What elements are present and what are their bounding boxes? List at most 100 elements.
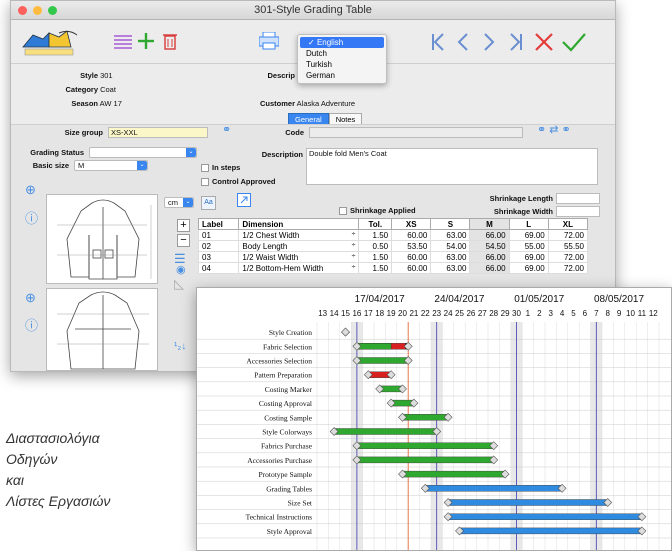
table-row[interactable]: 03 1/2 Waist Width ÷ 1.50 60.00 63.00 66.00 69.… <box>197 251 589 263</box>
col-s[interactable]: S <box>430 218 471 230</box>
table-cell[interactable]: 1/2 Chest Width ÷ <box>238 229 360 241</box>
season-label: Season <box>71 99 98 108</box>
basic-size-label: Basic size <box>32 161 69 170</box>
table-cell[interactable]: 01 <box>197 229 240 241</box>
table-cell[interactable]: 1/2 Waist Width ÷ <box>238 251 360 263</box>
shrinkage-length-field[interactable] <box>556 193 600 204</box>
code-field[interactable] <box>309 127 523 138</box>
table-cell[interactable]: 66.00 <box>469 229 510 241</box>
col-dimension[interactable]: Dimension <box>238 218 360 230</box>
day-label: 17 <box>364 309 373 318</box>
table-header-row: Label Dimension Tol. XS S M L XL <box>197 218 589 230</box>
table-cell[interactable]: 63.00 <box>430 229 471 241</box>
link-icons-group[interactable]: ⚭ ⇄ ⚭ <box>537 123 571 136</box>
day-label: 15 <box>341 309 350 318</box>
table-cell[interactable]: 69.00 <box>508 262 549 274</box>
caption-line-1: Διαστασιολόγια <box>6 430 100 446</box>
task-bar <box>356 456 494 464</box>
table-row[interactable]: 01 1/2 Chest Width ÷ 1.50 60.00 63.00 66.00 69.… <box>197 229 589 241</box>
print-icon[interactable] <box>259 32 279 50</box>
table-cell[interactable]: 66.00 <box>469 262 510 274</box>
size-group-field[interactable]: XS-XXL <box>108 127 208 138</box>
language-option-turkish[interactable]: Turkish <box>298 59 386 70</box>
col-m[interactable]: M <box>469 218 510 230</box>
add-row-button[interactable]: + <box>177 219 190 232</box>
expand-icon[interactable] <box>237 193 251 207</box>
remove-row-button[interactable]: − <box>177 234 190 247</box>
basic-size-select[interactable]: M ⌄ <box>74 160 148 171</box>
table-cell[interactable]: 66.00 <box>469 251 510 263</box>
add-icon[interactable] <box>137 32 155 50</box>
control-approved-checkbox[interactable]: Control Approved <box>201 177 275 187</box>
delete-icon[interactable] <box>163 32 177 50</box>
language-dropdown[interactable]: ✓ English Dutch Turkish German <box>297 34 387 84</box>
table-row[interactable]: 02 Body Length ÷ 0.50 53.50 54.00 54.50 55.00 55… <box>197 240 589 252</box>
info-icon-2[interactable]: ⓘ <box>25 315 38 334</box>
gantt-chart: 17/04/2017 24/04/2017 01/05/2017 08/05/2017… <box>197 288 671 550</box>
task-bar <box>356 442 494 449</box>
table-cell[interactable]: 54.50 <box>469 240 510 252</box>
language-option-dutch[interactable]: Dutch <box>298 48 386 59</box>
table-cell[interactable]: 63.00 <box>430 262 471 274</box>
table-cell[interactable]: 1/2 Bottom-Hem Width ÷ <box>238 262 360 274</box>
table-cell[interactable]: 72.00 <box>547 262 589 274</box>
table-cell[interactable]: 0.50 <box>358 240 393 252</box>
table-cell[interactable]: 02 <box>197 240 240 252</box>
col-label[interactable]: Label <box>197 218 240 230</box>
table-cell[interactable]: 69.00 <box>508 229 549 241</box>
task-label: Grading Tables <box>266 484 312 493</box>
zoom-in-icon[interactable]: ⊕ <box>25 182 36 198</box>
day-label: 21 <box>409 309 418 318</box>
table-cell[interactable]: 1.50 <box>358 251 393 263</box>
language-option-english[interactable]: ✓ English <box>300 37 384 48</box>
in-steps-checkbox[interactable]: In steps <box>201 163 240 173</box>
table-cell[interactable]: 55.50 <box>547 240 589 252</box>
table-cell[interactable]: 1.50 <box>358 229 393 241</box>
dimension-table: Label Dimension Tol. XS S M L XL 01 1/2 C… <box>197 218 589 274</box>
table-cell[interactable]: 69.00 <box>508 251 549 263</box>
zoom-in-icon-2[interactable]: ⊕ <box>25 290 36 306</box>
col-l[interactable]: L <box>508 218 549 230</box>
description-field[interactable]: Double fold Men's Coat <box>306 148 598 185</box>
font-button[interactable]: Aa <box>201 196 216 210</box>
table-row[interactable]: 04 1/2 Bottom-Hem Width ÷ 1.50 60.00 63.00 66.… <box>197 262 589 274</box>
task-label: Pattern Preparation <box>254 371 312 380</box>
table-cell[interactable]: Body Length ÷ <box>238 240 360 252</box>
info-icon[interactable]: ⓘ <box>25 208 38 227</box>
table-cell[interactable]: 03 <box>197 251 240 263</box>
code-label: Code <box>285 128 304 137</box>
table-cell[interactable]: 60.00 <box>391 229 432 241</box>
list-icon[interactable] <box>114 34 132 50</box>
table-cell[interactable]: 63.00 <box>430 251 471 263</box>
table-cell[interactable]: 60.00 <box>391 251 432 263</box>
table-cell[interactable]: 72.00 <box>547 229 589 241</box>
task-bar <box>333 428 437 435</box>
col-tolerance[interactable]: Tol. <box>358 218 393 230</box>
close-window-button[interactable] <box>18 6 27 15</box>
table-cell[interactable]: 04 <box>197 262 240 274</box>
sort-icon[interactable]: ¹₂↓ <box>174 341 186 352</box>
task-label: Style Approval <box>267 527 312 536</box>
grading-status-select[interactable]: ⌄ <box>89 147 197 158</box>
minimize-window-button[interactable] <box>33 6 42 15</box>
table-cell[interactable]: 55.00 <box>508 240 549 252</box>
zoom-window-button[interactable] <box>48 6 57 15</box>
shrinkage-applied-checkbox[interactable]: Shrinkage Applied <box>339 206 416 216</box>
task-label: Technical Instructions <box>246 513 312 522</box>
triangle-ruler-icon[interactable]: ◺ <box>174 276 184 292</box>
shrinkage-width-field[interactable] <box>556 206 600 217</box>
table-cell[interactable]: 72.00 <box>547 251 589 263</box>
language-option-german[interactable]: German <box>298 70 386 81</box>
eye-icon[interactable]: ◉ <box>176 263 186 276</box>
table-cell[interactable]: 53.50 <box>391 240 432 252</box>
table-cell[interactable]: 1.50 <box>358 262 393 274</box>
window-title: 301-Style Grading Table <box>254 4 372 16</box>
day-label: 20 <box>398 309 407 318</box>
col-xl[interactable]: XL <box>547 218 589 230</box>
link-icon[interactable]: ⚭ <box>222 123 231 136</box>
day-label: 14 <box>330 309 339 318</box>
table-cell[interactable]: 60.00 <box>391 262 432 274</box>
unit-select[interactable]: cm ⌄ <box>164 197 194 208</box>
col-xs[interactable]: XS <box>391 218 432 230</box>
table-cell[interactable]: 54.00 <box>430 240 471 252</box>
